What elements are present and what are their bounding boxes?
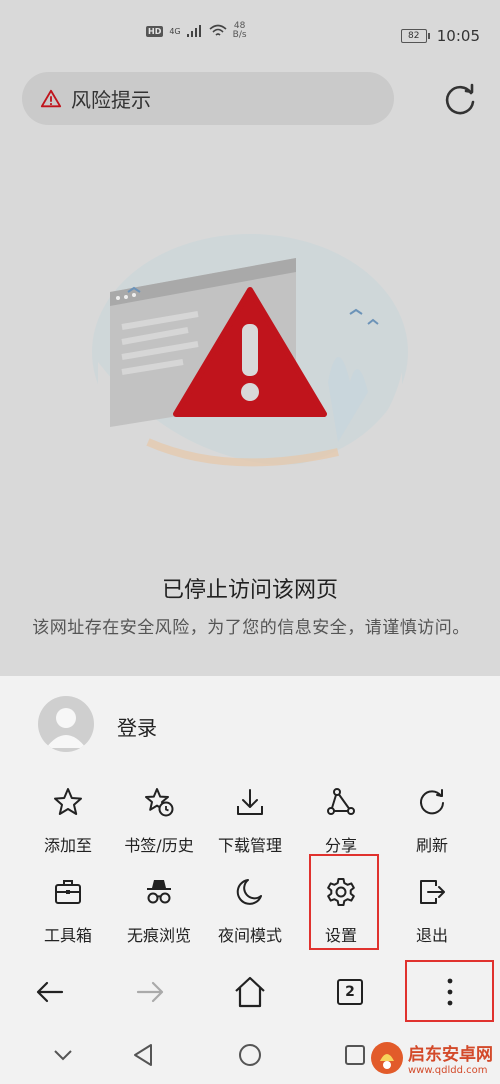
menu-item-label: 添加至 (43, 836, 92, 855)
network-speed: 48 B/s (233, 22, 247, 40)
error-title: 已停止访问该网页 (161, 578, 338, 603)
error-description: 该网址存在安全风险，为了您的信息安全，请谨慎访问。 (32, 618, 470, 638)
toolbox-icon (55, 880, 81, 904)
incognito-icon (147, 880, 171, 904)
menu-item-exit[interactable]: 退出 (386, 876, 478, 946)
nav-recents-icon (345, 1045, 365, 1065)
avatar[interactable] (38, 696, 94, 752)
menu-item-toolbox[interactable]: 工具箱 (22, 876, 114, 946)
reload-icon[interactable] (440, 80, 480, 120)
tabs-count: 2 (337, 979, 363, 1005)
wifi-icon (209, 24, 227, 36)
home-button[interactable] (225, 967, 275, 1017)
security-warning-illustration (92, 234, 408, 477)
watermark: 启东安卓网 www.qdldd.com (370, 1040, 493, 1076)
menu-item-label: 夜间模式 (217, 926, 282, 945)
nav-home-icon (239, 1044, 261, 1066)
watermark-name: 启东安卓网 (408, 1045, 493, 1065)
exit-icon (420, 880, 445, 904)
address-bar[interactable]: 风险提示 (22, 72, 394, 125)
forward-button[interactable] (125, 967, 175, 1017)
nav-home-button[interactable] (235, 1040, 265, 1070)
more-highlight-box (405, 960, 494, 1022)
signal-icon (186, 25, 201, 37)
user-icon (46, 708, 86, 748)
status-bar: HD 4G 48 B/s 82 10:05 (0, 0, 500, 70)
nav-back-button[interactable] (128, 1040, 158, 1070)
battery-icon: 82 (400, 29, 430, 43)
status-indicators: HD 4G 48 B/s (146, 22, 247, 40)
menu-item-label: 无痕浏览 (126, 926, 191, 945)
forward-arrow-icon (136, 981, 164, 1003)
menu-item-share[interactable]: 分享 (295, 786, 387, 856)
menu-item-bookmarks-history[interactable]: 书签/历史 (113, 786, 205, 856)
bookmark-history-icon (145, 788, 174, 817)
chevron-down-icon (54, 1050, 72, 1061)
warning-triangle-icon (40, 89, 62, 107)
moon-icon (236, 879, 262, 905)
address-text: 风险提示 (71, 88, 151, 112)
network-type: 4G (169, 26, 181, 36)
menu-item-label: 工具箱 (43, 926, 92, 945)
menu-item-label: 书签/历史 (124, 836, 194, 855)
hd-badge: HD (146, 25, 164, 37)
menu-item-night-mode[interactable]: 夜间模式 (204, 876, 296, 946)
menu-item-label: 分享 (324, 836, 357, 855)
refresh-icon (420, 789, 444, 815)
watermark-url: www.qdldd.com (408, 1065, 488, 1076)
speed-unit: B/s (232, 30, 247, 40)
tabs-button[interactable]: 2 (325, 967, 375, 1017)
back-arrow-icon (36, 981, 64, 1003)
menu-item-incognito[interactable]: 无痕浏览 (113, 876, 205, 946)
star-icon (54, 788, 82, 815)
menu-item-label: 刷新 (415, 836, 448, 855)
status-right: 82 10:05 (400, 27, 480, 45)
settings-highlight-box (309, 854, 379, 950)
menu-item-add-to[interactable]: 添加至 (22, 786, 114, 856)
nav-collapse-button[interactable] (48, 1040, 78, 1070)
back-button[interactable] (25, 967, 75, 1017)
nav-back-icon (134, 1044, 152, 1066)
menu-item-label: 下载管理 (217, 836, 282, 855)
watermark-logo-icon (371, 1042, 403, 1074)
nav-recents-button[interactable] (340, 1040, 370, 1070)
login-label[interactable]: 登录 (117, 712, 157, 741)
download-icon (237, 789, 263, 815)
home-icon (235, 976, 265, 1008)
clock: 10:05 (436, 27, 480, 45)
menu-item-label: 退出 (415, 926, 448, 945)
menu-item-refresh[interactable]: 刷新 (386, 786, 478, 856)
share-icon (327, 788, 355, 815)
menu-item-downloads[interactable]: 下载管理 (204, 786, 296, 856)
